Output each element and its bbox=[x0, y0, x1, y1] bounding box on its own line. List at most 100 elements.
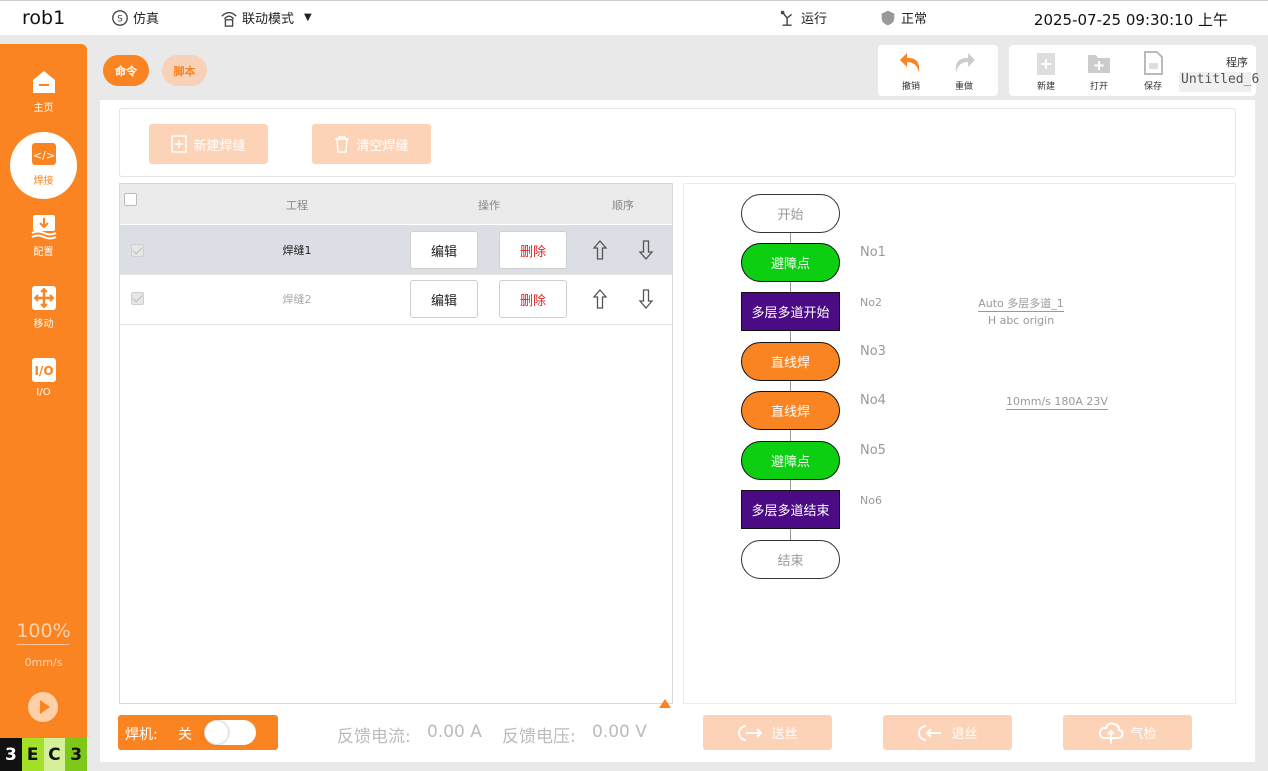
tab-script[interactable]: 脚本 bbox=[162, 55, 207, 86]
step-number: No5 bbox=[860, 443, 886, 458]
step-param: Auto 多层多道_1 bbox=[966, 295, 1076, 312]
shield-icon bbox=[881, 10, 895, 25]
badge-char: 3 bbox=[65, 738, 87, 771]
move-down-icon[interactable] bbox=[638, 239, 654, 261]
tab-command[interactable]: 命令 bbox=[103, 55, 149, 86]
sidebar-item-move[interactable]: 移动 bbox=[0, 284, 87, 330]
link-mode-dropdown[interactable]: 联动模式 ▼ bbox=[220, 8, 312, 27]
column-header-project: 工程 bbox=[286, 199, 308, 212]
new-seam-label: 新建焊缝 bbox=[193, 138, 246, 154]
svg-text:S: S bbox=[117, 14, 123, 24]
flow-node[interactable]: 多层多道开始 bbox=[741, 292, 840, 331]
run-indicator: 运行 bbox=[779, 8, 827, 27]
row-checkbox[interactable] bbox=[131, 292, 144, 305]
delete-button[interactable]: 删除 bbox=[499, 231, 567, 269]
step-param-text: 10mm/s 180A 23V bbox=[1006, 395, 1108, 410]
clear-seam-button[interactable]: 清空焊缝 bbox=[312, 124, 431, 164]
new-seam-button[interactable]: 新建焊缝 bbox=[149, 124, 268, 164]
save-icon bbox=[1144, 51, 1163, 75]
flow-node[interactable]: 直线焊 bbox=[741, 342, 840, 381]
wire-feed-icon bbox=[738, 724, 763, 741]
sidebar-item-label: 主页 bbox=[33, 103, 54, 114]
feedback-current-label: 反馈电流: bbox=[337, 727, 411, 747]
table-header: 工程 操作 顺序 bbox=[120, 184, 672, 224]
flow-node[interactable]: 避障点 bbox=[741, 243, 840, 282]
welder-switch[interactable] bbox=[204, 720, 256, 745]
wire-feed-button[interactable]: 送丝 bbox=[703, 715, 832, 750]
status-label: 正常 bbox=[901, 12, 928, 27]
badge-char: 3 bbox=[0, 738, 22, 771]
gas-cloud-icon bbox=[1099, 722, 1125, 744]
table-row[interactable]: 焊缝1 编辑 删除 bbox=[120, 225, 672, 275]
undo-icon bbox=[900, 53, 920, 73]
welder-state: 关 bbox=[178, 727, 192, 743]
select-all-checkbox[interactable] bbox=[124, 193, 137, 206]
gas-check-label: 气检 bbox=[1130, 727, 1157, 742]
status-indicator: 正常 bbox=[879, 8, 927, 27]
simulation-label: 仿真 bbox=[133, 12, 160, 27]
step-number: No6 bbox=[860, 494, 882, 507]
move-up-icon[interactable] bbox=[592, 288, 608, 310]
seam-name: 焊缝2 bbox=[282, 293, 312, 306]
table-row[interactable]: 焊缝2 编辑 删除 bbox=[120, 275, 672, 325]
svg-text:</>: </> bbox=[32, 149, 54, 162]
version-badge: 3 E C 3 bbox=[0, 738, 87, 771]
sidebar-item-config[interactable]: 配置 bbox=[0, 212, 87, 258]
datetime: 2025-07-25 09:30:10 上午 bbox=[1033, 11, 1228, 29]
wire-retract-button[interactable]: 退丝 bbox=[883, 715, 1012, 750]
simulation-indicator[interactable]: S 仿真 bbox=[111, 8, 159, 27]
folder-icon bbox=[1088, 55, 1110, 73]
badge-char: C bbox=[43, 738, 66, 771]
step-param-text: Auto 多层多道_1 bbox=[978, 297, 1064, 312]
sidebar-item-home[interactable]: 主页 bbox=[0, 68, 87, 114]
sidebar-item-io[interactable]: I/O I/O bbox=[0, 356, 87, 398]
step-number: No3 bbox=[860, 344, 886, 359]
edit-button[interactable]: 编辑 bbox=[410, 231, 478, 269]
add-file-icon bbox=[171, 135, 188, 153]
sidebar-item-welding[interactable]: </> 焊接 bbox=[0, 141, 87, 187]
undo-label: 撤销 bbox=[901, 82, 920, 92]
flow-start-node[interactable]: 开始 bbox=[741, 194, 840, 233]
wifi-lock-icon bbox=[221, 11, 237, 27]
feedback-current-value: 0.00 A bbox=[427, 722, 482, 742]
seam-table: 工程 操作 顺序 焊缝1 编辑 删除 焊缝2 编辑 删除 bbox=[119, 183, 673, 704]
run-label: 运行 bbox=[801, 12, 828, 27]
move-up-icon[interactable] bbox=[592, 239, 608, 261]
move-down-icon[interactable] bbox=[638, 288, 654, 310]
speed-mms: 0mm/s bbox=[24, 656, 63, 669]
step-number: No2 bbox=[860, 296, 882, 309]
wire-retract-icon bbox=[918, 724, 942, 741]
save-program-button[interactable]: 保存 bbox=[1133, 49, 1173, 92]
speed-percent: 100% bbox=[16, 620, 71, 642]
simulation-icon: S bbox=[112, 9, 128, 26]
robot-arm-icon bbox=[780, 10, 793, 26]
file-toolbar: 新建 打开 保存 程序 Untitled_6 bbox=[1009, 45, 1259, 96]
program-name[interactable]: Untitled_6 bbox=[1179, 72, 1259, 92]
flow-end-node[interactable]: 结束 bbox=[741, 540, 840, 579]
resize-handle-icon[interactable] bbox=[659, 699, 671, 708]
open-program-button[interactable]: 打开 bbox=[1079, 49, 1119, 92]
new-program-button[interactable]: 新建 bbox=[1026, 49, 1066, 92]
top-bar: rob1 S 仿真 联动模式 ▼ 运行 正常 2025-07-25 09:30:… bbox=[0, 0, 1268, 35]
svg-text:I/O: I/O bbox=[34, 364, 53, 378]
trash-icon bbox=[335, 136, 350, 153]
flow-node[interactable]: 避障点 bbox=[741, 441, 840, 480]
delete-button[interactable]: 删除 bbox=[499, 280, 567, 318]
io-icon: I/O bbox=[31, 358, 56, 382]
sidebar-item-label: 焊接 bbox=[33, 176, 54, 187]
step-number: No4 bbox=[860, 393, 886, 408]
chevron-down-icon: ▼ bbox=[304, 12, 312, 23]
row-checkbox[interactable] bbox=[131, 244, 144, 257]
seam-name: 焊缝1 bbox=[282, 244, 312, 257]
gas-check-button[interactable]: 气检 bbox=[1063, 715, 1192, 750]
undo-button[interactable]: 撤销 bbox=[891, 49, 931, 92]
welder-toggle[interactable]: 焊机: 关 bbox=[118, 715, 278, 750]
flow-node[interactable]: 多层多道结束 bbox=[741, 490, 840, 529]
redo-button[interactable]: 重做 bbox=[944, 49, 984, 92]
new-file-icon bbox=[1037, 53, 1055, 75]
edit-button[interactable]: 编辑 bbox=[410, 280, 478, 318]
feedback-voltage-label: 反馈电压: bbox=[502, 727, 576, 747]
flow-node[interactable]: 直线焊 bbox=[741, 391, 840, 430]
link-mode-label: 联动模式 bbox=[242, 12, 295, 27]
play-button[interactable] bbox=[28, 692, 58, 722]
